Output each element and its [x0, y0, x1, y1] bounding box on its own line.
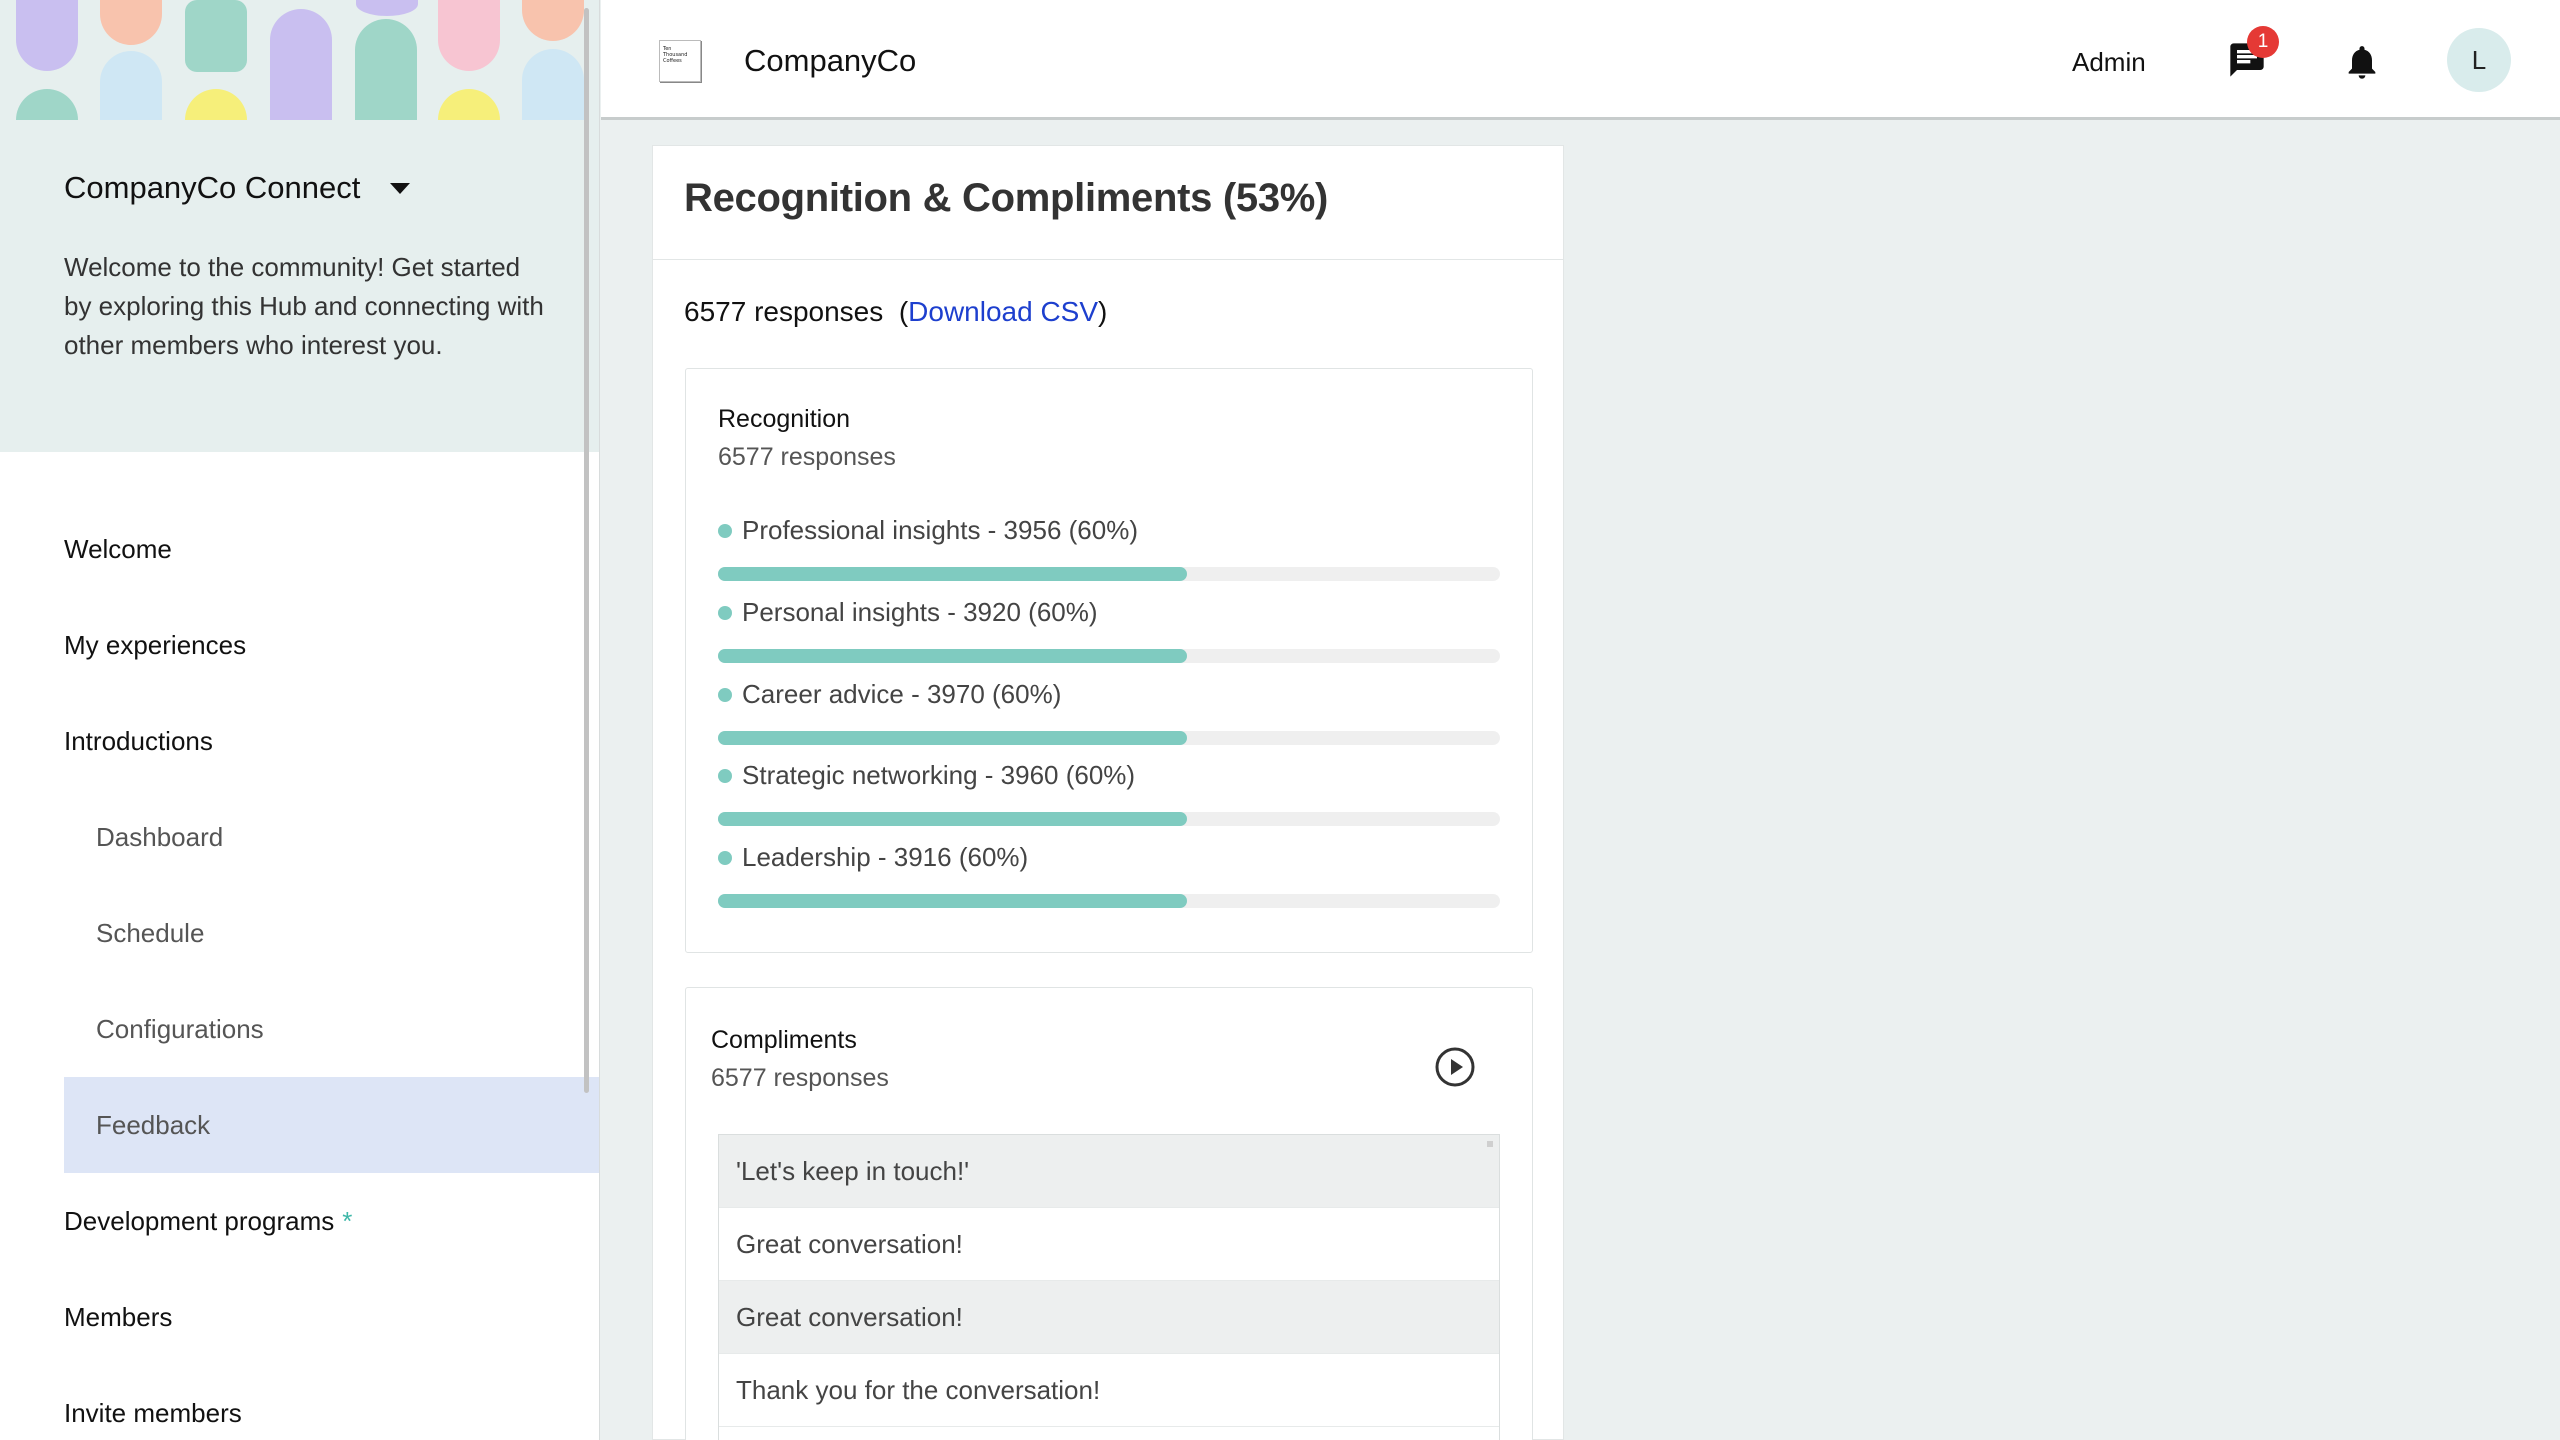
sidebar-item-invite-members[interactable]: Invite members — [64, 1365, 599, 1440]
recognition-option: Strategic networking - 3960 (60%) — [718, 760, 1500, 826]
sidebar-item-configurations[interactable]: Configurations — [64, 981, 599, 1077]
sidebar-item-label: Dashboard — [96, 821, 224, 852]
list-item: Great conversation! — [719, 1208, 1499, 1281]
progress-track — [718, 812, 1500, 826]
decorative-pattern — [16, 0, 584, 120]
compliment-text: 'Let's keep in touch!' — [736, 1155, 970, 1186]
list-item: Thank you for the conversation! — [719, 1354, 1499, 1427]
bullet-dot-icon — [718, 523, 732, 538]
feedback-card: Recognition & Compliments (53%) 6577 res… — [652, 145, 1564, 1440]
play-circle-icon[interactable] — [1434, 1046, 1476, 1088]
sidebar-item-members[interactable]: Members — [64, 1269, 599, 1365]
sidebar-item-schedule[interactable]: Schedule — [64, 885, 599, 981]
option-label: Professional insights - 3956 (60%) — [742, 515, 1138, 545]
sidebar-item-welcome[interactable]: Welcome — [64, 501, 599, 597]
new-indicator: * — [342, 1205, 353, 1236]
compliments-title: Compliments — [711, 1026, 857, 1054]
option-label: Strategic networking - 3960 (60%) — [742, 760, 1136, 790]
company-logo[interactable]: Ten Thousand Coffees — [659, 40, 701, 82]
recognition-option: Leadership - 3916 (60%) — [718, 842, 1500, 908]
sidebar-item-label: My experiences — [64, 629, 247, 660]
sidebar-item-dashboard[interactable]: Dashboard — [64, 789, 599, 885]
sidebar-item-label: Development programs — [64, 1205, 335, 1236]
recognition-card: Recognition 6577 responses Professional … — [685, 368, 1533, 953]
avatar[interactable]: L — [2447, 28, 2511, 92]
sidebar-item-label: Configurations — [96, 1013, 264, 1044]
progress-track — [718, 894, 1500, 908]
progress-track — [718, 731, 1500, 745]
progress-track — [718, 567, 1500, 581]
sidebar-item-label: Invite members — [64, 1397, 242, 1428]
total-responses: 6577 responses (Download CSV) — [684, 296, 1107, 328]
progress-fill — [718, 731, 1188, 745]
compliments-list[interactable]: 'Let's keep in touch!' Great conversatio… — [718, 1134, 1500, 1440]
open-paren: ( — [898, 296, 909, 327]
recognition-option: Personal insights - 3920 (60%) — [718, 597, 1500, 663]
progress-fill — [718, 894, 1188, 908]
compliment-text: Great conversation! — [736, 1228, 963, 1259]
community-name: CompanyCo Connect — [64, 170, 361, 205]
card-header: Recognition & Compliments (53%) — [653, 146, 1563, 260]
compliments-card: Compliments 6577 responses 'Let's keep i… — [685, 987, 1533, 1440]
progress-fill — [718, 567, 1188, 581]
sidebar-item-label: Schedule — [96, 917, 205, 948]
option-label: Career advice - 3970 (60%) — [742, 679, 1062, 709]
recognition-response-count: 6577 responses — [718, 443, 896, 471]
logo-text: Ten Thousand Coffees — [663, 46, 688, 64]
chat-notification-badge: 1 — [2247, 26, 2279, 58]
avatar-initial: L — [2471, 44, 2487, 75]
option-label: Leadership - 3916 (60%) — [742, 842, 1029, 872]
sidebar-item-introductions[interactable]: Introductions — [64, 693, 599, 789]
bullet-dot-icon — [718, 768, 732, 783]
bullet-dot-icon — [718, 687, 732, 702]
list-item: 'Let's keep in touch!' — [719, 1135, 1499, 1208]
recognition-option: Career advice - 3970 (60%) — [718, 679, 1500, 745]
sidebar-item-label: Members — [64, 1301, 173, 1332]
option-label: Personal insights - 3920 (60%) — [742, 597, 1098, 627]
compliments-response-count: 6577 responses — [711, 1064, 889, 1092]
sidebar-item-label: Introductions — [64, 725, 213, 756]
sidebar-item-label: Feedback — [96, 1109, 211, 1140]
progress-track — [718, 649, 1500, 663]
close-paren: ) — [1098, 296, 1108, 327]
caret-down-icon — [390, 182, 411, 194]
compliment-text: Great conversation! — [736, 1301, 963, 1332]
progress-fill — [718, 649, 1188, 663]
community-welcome-text: Welcome to the community! Get started by… — [64, 252, 544, 360]
recognition-option: Professional insights - 3956 (60%) — [718, 515, 1500, 581]
community-header: CompanyCo Connect Welcome to the communi… — [0, 0, 599, 452]
total-responses-text: 6577 responses — [684, 296, 884, 327]
company-name: CompanyCo — [744, 43, 917, 78]
list-item: Great conversation! — [719, 1281, 1499, 1354]
progress-fill — [718, 812, 1188, 826]
recognition-title: Recognition — [718, 405, 851, 433]
page-title: Recognition & Compliments (53%) — [684, 176, 1329, 220]
bell-icon[interactable] — [2342, 42, 2382, 82]
bullet-dot-icon — [718, 850, 732, 865]
sidebar-item-development-programs[interactable]: Development programs * — [64, 1173, 599, 1269]
sidebar: CompanyCo Connect Welcome to the communi… — [0, 0, 600, 1440]
compliment-text: Thank you for the conversation! — [736, 1374, 1101, 1405]
sidebar-item-my-experiences[interactable]: My experiences — [64, 597, 599, 693]
sidebar-item-feedback[interactable]: Feedback — [64, 1077, 599, 1173]
top-bar: Ten Thousand Coffees CompanyCo Admin 1 L — [601, 0, 2560, 120]
download-csv-link[interactable]: Download CSV — [908, 296, 1098, 327]
list-scrollbar[interactable] — [1487, 1141, 1493, 1147]
sidebar-scrollbar[interactable] — [584, 8, 589, 1093]
community-switcher[interactable]: CompanyCo Connect — [64, 170, 411, 206]
bullet-dot-icon — [718, 605, 732, 620]
sidebar-item-label: Welcome — [64, 533, 172, 564]
admin-link[interactable]: Admin — [2072, 47, 2146, 78]
